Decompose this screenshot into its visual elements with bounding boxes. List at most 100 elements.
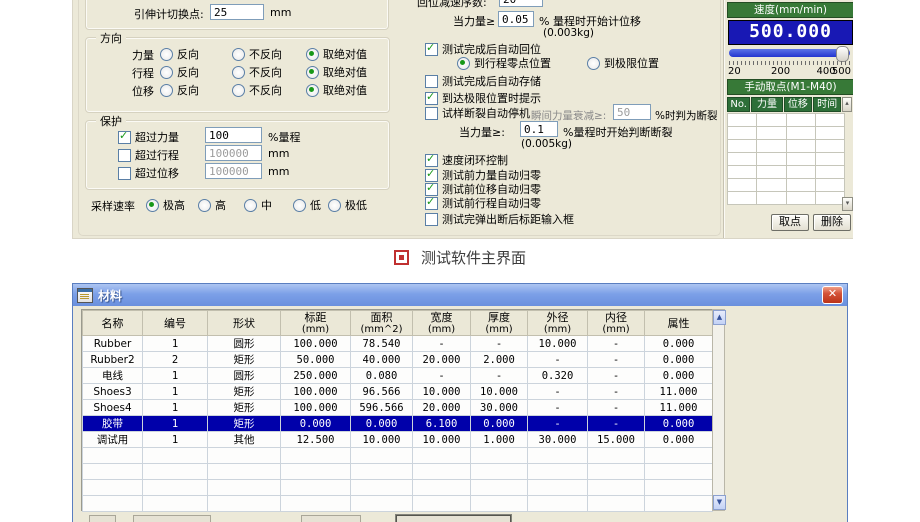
- radio-selected-icon: [306, 48, 319, 61]
- sampling-verylow-radio[interactable]: 极低: [328, 197, 367, 213]
- col-displ[interactable]: 位移: [784, 97, 813, 112]
- materials-column-header[interactable]: 编号: [143, 311, 208, 336]
- materials-table: 名称编号形状标距(mm)面积(mm^2)宽度(mm)厚度(mm)外径(mm)内径…: [82, 310, 713, 512]
- limit-prompt-checkbox[interactable]: 到达极限位置时提示: [425, 90, 541, 106]
- close-icon[interactable]: ✕: [822, 286, 843, 304]
- sampling-low-radio[interactable]: 低: [293, 197, 321, 213]
- sampling-high-radio[interactable]: 高: [198, 197, 226, 213]
- protection-over-displ-input[interactable]: [205, 163, 262, 179]
- material-row[interactable]: 胶带1 矩形0.000 0.0006.100 0.000- -0.000: [83, 416, 713, 432]
- break-cond-suffix: %时判为断裂: [655, 108, 717, 123]
- protection-over-stroke-input[interactable]: [205, 145, 262, 161]
- protection-over-stroke-checkbox[interactable]: 超过行程: [118, 147, 179, 163]
- material-row[interactable]: Rubber22 矩形50.000 40.00020.000 2.000- -0…: [83, 352, 713, 368]
- empty-row: [728, 166, 845, 179]
- col-no[interactable]: No.: [727, 97, 750, 112]
- materials-column-header[interactable]: 面积(mm^2): [351, 311, 413, 336]
- materials-column-header[interactable]: 名称: [83, 311, 143, 336]
- break-stop-checkbox[interactable]: 试样断裂自动停机: [425, 105, 530, 121]
- materials-column-header[interactable]: 宽度(mm): [413, 311, 471, 336]
- material-row[interactable]: Rubber1 圆形100.000 78.540- -10.000 -0.000: [83, 336, 713, 352]
- manual-grid-scroll-up-button[interactable]: ▴: [842, 97, 852, 112]
- material-row[interactable]: 电线1 圆形250.000 0.080- -0.320 -0.000: [83, 368, 713, 384]
- speed-panel: 速度(mm/min) 500.000 20 200 400 500 手动取点(M…: [724, 0, 853, 238]
- take-point-button[interactable]: 取点: [771, 214, 809, 231]
- materials-column-header[interactable]: 属性: [645, 311, 713, 336]
- protection-over-force-unit: %量程: [268, 129, 300, 145]
- direction-displ-absolute-radio[interactable]: 取绝对值: [306, 82, 367, 98]
- materials-scrollbar[interactable]: ▲ ▼: [712, 309, 725, 511]
- checkbox-icon: [118, 149, 131, 162]
- protection-title: 保护: [96, 113, 126, 129]
- break-start-input[interactable]: [520, 121, 558, 137]
- scale-200: 200: [771, 66, 790, 77]
- checkbox-checked-icon: [425, 197, 438, 210]
- materials-column-header[interactable]: 外径(mm): [528, 311, 588, 336]
- direction-stroke-noreverse-radio[interactable]: 不反向: [232, 64, 282, 80]
- scroll-down-icon[interactable]: ▼: [713, 495, 726, 510]
- radio-icon: [160, 48, 173, 61]
- col-time[interactable]: 时间: [813, 97, 841, 112]
- materials-column-header[interactable]: 标距(mm): [281, 311, 351, 336]
- return-to-limit-radio[interactable]: 到极限位置: [587, 55, 659, 71]
- radio-icon: [160, 66, 173, 79]
- bottom-button-fragment[interactable]: [133, 515, 211, 522]
- materials-column-header[interactable]: 形状: [208, 311, 281, 336]
- slider-track: [729, 49, 850, 57]
- direction-displ-noreverse-radio[interactable]: 不反向: [232, 82, 282, 98]
- direction-stroke-absolute-radio[interactable]: 取绝对值: [306, 64, 367, 80]
- direction-force-noreverse-radio[interactable]: 不反向: [232, 46, 282, 62]
- direction-displ-reverse-radio[interactable]: 反向: [160, 82, 199, 98]
- manual-grid-scroll-down-button[interactable]: ▾: [842, 197, 853, 211]
- protection-over-displ-checkbox[interactable]: 超过位移: [118, 165, 179, 181]
- zero-stroke-checkbox[interactable]: 测试前行程自动归零: [425, 195, 541, 211]
- radio-icon: [232, 66, 245, 79]
- protection-over-force-checkbox[interactable]: 超过力量: [118, 129, 179, 145]
- direction-row-displacement-label: 位移: [132, 83, 154, 99]
- col-force[interactable]: 力量: [751, 97, 782, 112]
- bottom-button-fragment[interactable]: [301, 515, 361, 522]
- direction-force-reverse-radio[interactable]: 反向: [160, 46, 199, 62]
- return-to-zero-radio[interactable]: 到行程零点位置: [457, 55, 551, 71]
- delete-point-button[interactable]: 删除: [813, 214, 851, 231]
- protection-over-force-input[interactable]: [205, 127, 262, 143]
- material-row[interactable]: 调试用1 其他12.500 10.00010.000 1.00030.000 1…: [83, 432, 713, 448]
- radio-icon: [587, 57, 600, 70]
- slider-thumb[interactable]: [836, 46, 849, 62]
- extensometer-input[interactable]: [210, 4, 264, 20]
- sampling-mid-radio[interactable]: 中: [244, 197, 272, 213]
- empty-row: [83, 464, 713, 480]
- direction-stroke-reverse-radio[interactable]: 反向: [160, 64, 199, 80]
- materials-column-header[interactable]: 厚度(mm): [471, 311, 528, 336]
- displ-start-input[interactable]: [498, 11, 534, 27]
- materials-column-header[interactable]: 内径(mm): [588, 311, 645, 336]
- break-start-note: (0.005kg): [521, 138, 572, 150]
- scroll-up-icon[interactable]: ▲: [713, 310, 726, 325]
- return-speed-input[interactable]: [499, 0, 543, 7]
- empty-row: [728, 179, 845, 192]
- speed-loop-checkbox[interactable]: 速度闭环控制: [425, 152, 508, 168]
- manual-points-title-bar: 手动取点(M1-M40): [727, 79, 853, 95]
- gauge-popup-checkbox[interactable]: 测试完弹出断后标距输入框: [425, 211, 574, 227]
- direction-force-absolute-radio[interactable]: 取绝对值: [306, 46, 367, 62]
- radio-icon: [244, 199, 257, 212]
- material-row[interactable]: Shoes41 矩形100.000 596.56620.000 30.000- …: [83, 400, 713, 416]
- sampling-rate-label: 采样速率: [91, 198, 135, 214]
- materials-titlebar[interactable]: 材料 ✕: [73, 284, 847, 306]
- radio-icon: [293, 199, 306, 212]
- auto-save-checkbox[interactable]: 测试完成后自动存储: [425, 73, 541, 89]
- scale-20: 20: [728, 66, 741, 77]
- radio-selected-icon: [146, 199, 159, 212]
- speed-slider[interactable]: [729, 47, 850, 59]
- bottom-button-fragment[interactable]: [396, 515, 511, 522]
- break-cond-input[interactable]: [613, 104, 651, 120]
- materials-table-wrap: 名称编号形状标距(mm)面积(mm^2)宽度(mm)厚度(mm)外径(mm)内径…: [81, 309, 713, 511]
- sampling-veryhigh-radio[interactable]: 极高: [146, 197, 185, 213]
- material-row[interactable]: Shoes31 矩形100.000 96.56610.000 10.000- -…: [83, 384, 713, 400]
- empty-row: [728, 127, 845, 140]
- checkbox-checked-icon: [425, 43, 438, 56]
- materials-window: 材料 ✕ 名称编号形状标距(mm)面积(mm^2)宽度(mm)厚度(mm)外径(…: [72, 283, 848, 522]
- bottom-button-fragment[interactable]: [89, 515, 116, 522]
- manual-grid-body: [728, 114, 845, 205]
- materials-window-title: 材料: [98, 287, 122, 304]
